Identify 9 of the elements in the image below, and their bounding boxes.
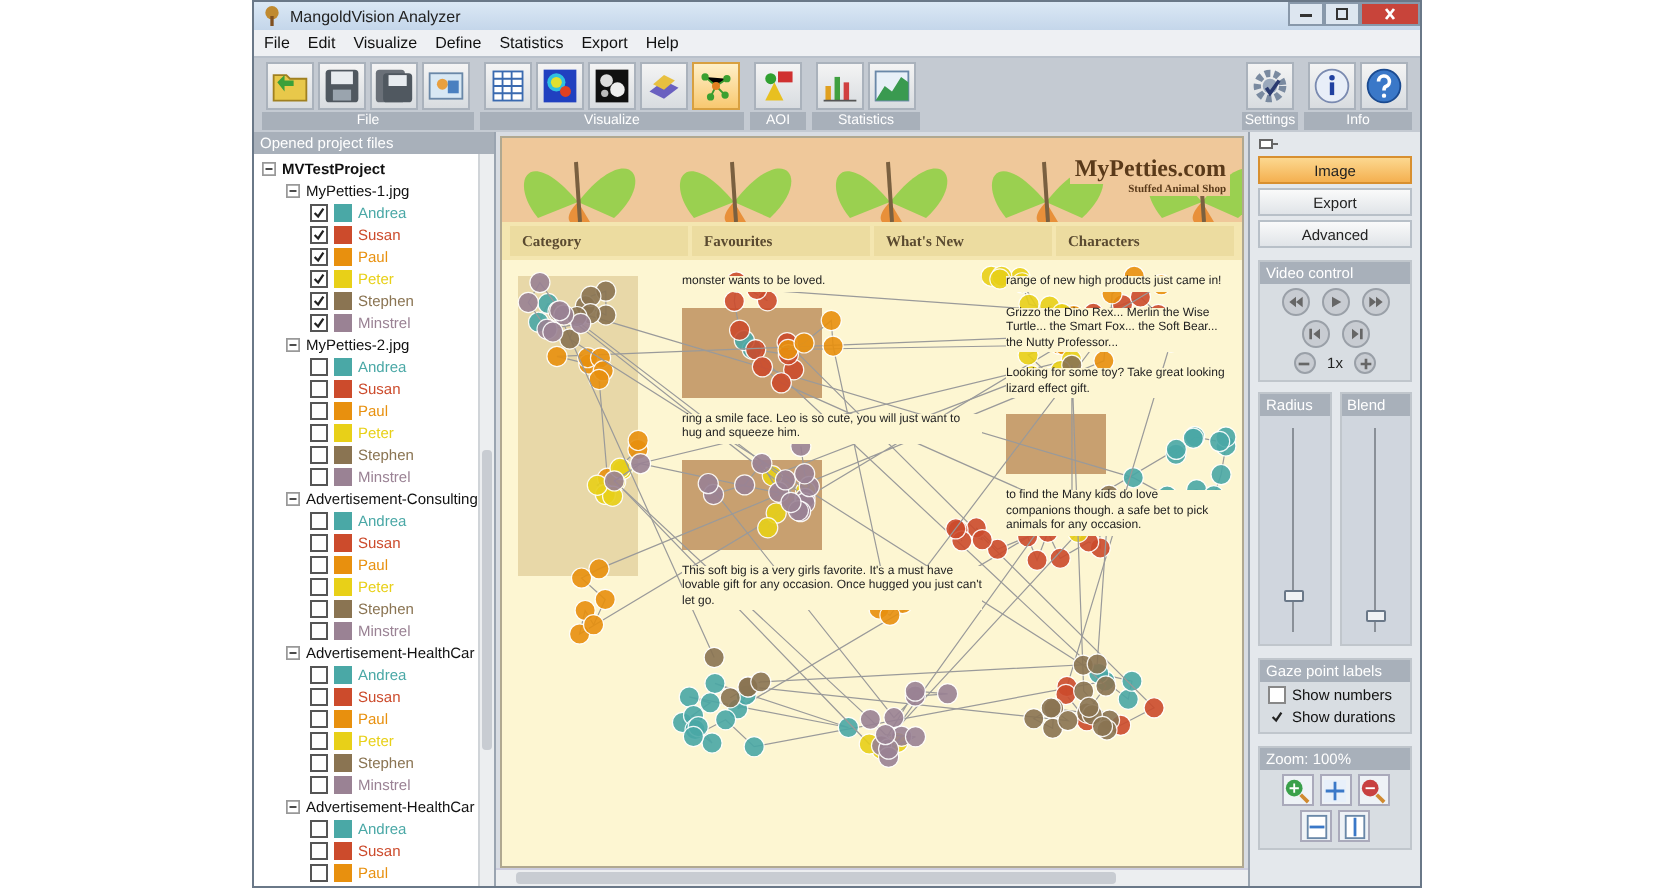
site-title: MyPetties.com (1070, 154, 1230, 184)
menu-item[interactable]: Help (645, 34, 679, 52)
menu-item[interactable]: Define (435, 34, 482, 52)
window-title: MangoldVision Analyzer (290, 7, 461, 25)
menu-item[interactable]: File (264, 34, 290, 52)
menu-item[interactable]: Export (581, 34, 628, 52)
menu-item[interactable]: Visualize (353, 34, 418, 52)
menu-item[interactable]: Edit (307, 34, 336, 52)
menu-item[interactable]: Statistics (499, 34, 564, 52)
